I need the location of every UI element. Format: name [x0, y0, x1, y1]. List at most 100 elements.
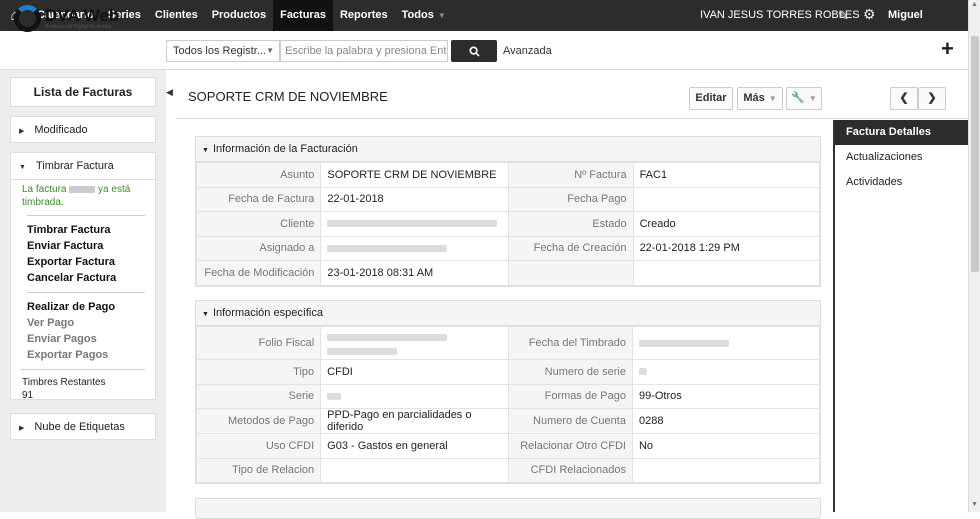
- chevron-down-icon: ▼: [808, 94, 817, 103]
- field-value[interactable]: SOPORTE CRM DE NOVIEMBRE: [320, 162, 510, 188]
- more-button[interactable]: Más ▼: [737, 87, 783, 110]
- add-icon[interactable]: +: [941, 36, 954, 62]
- redacted-text: [69, 185, 96, 193]
- field-label: Formas de Pago: [507, 383, 633, 409]
- next-record-button[interactable]: ❯: [918, 87, 946, 110]
- exportar-pagos-link[interactable]: Exportar Pagos: [11, 347, 155, 363]
- specific-info-header[interactable]: ▼ Información específica: [196, 301, 820, 326]
- sidebar-list-title[interactable]: Lista de Facturas: [10, 77, 156, 107]
- nav-clientes[interactable]: Clientes: [148, 0, 205, 31]
- realizar-pago-link[interactable]: Realizar de Pago: [11, 299, 155, 315]
- cancelar-factura-link[interactable]: Cancelar Factura: [11, 270, 155, 286]
- company-name[interactable]: IVAN JESUS TORRES ROBLES: [700, 0, 860, 31]
- timbres-label: Timbres Restantes: [22, 377, 106, 388]
- table-row: Tipo CFDI Numero de serie: [195, 359, 821, 385]
- nav-reportes[interactable]: Reportes: [333, 0, 395, 31]
- field-value[interactable]: PPD-Pago en parcialidades o diferido: [320, 408, 509, 434]
- field-value[interactable]: [320, 383, 509, 409]
- sidebar-timbrar-header[interactable]: ▼ Timbrar Factura: [11, 153, 155, 180]
- field-value[interactable]: FAC1: [632, 162, 821, 188]
- field-value[interactable]: 22-01-2018: [320, 186, 510, 212]
- scroll-down-icon[interactable]: ▼: [971, 501, 978, 508]
- enviar-pagos-link[interactable]: Enviar Pagos: [11, 331, 155, 347]
- field-label: Tipo de Relacion: [195, 457, 322, 483]
- sidebar-timbrar-panel: ▼ Timbrar Factura La factura ya está timb…: [10, 152, 156, 401]
- sidebar-tags[interactable]: ▶ Nube de Etiquetas: [10, 413, 156, 440]
- detail-tabs: Factura Detalles Actualizaciones Activid…: [833, 120, 968, 512]
- field-value[interactable]: [631, 359, 821, 385]
- tab-actividades[interactable]: Actividades: [835, 170, 968, 195]
- field-value[interactable]: 99-Otros: [631, 383, 821, 409]
- field-value[interactable]: 23-01-2018 08:31 AM: [320, 260, 510, 286]
- field-value[interactable]: [632, 260, 821, 286]
- redacted-text: [327, 392, 342, 400]
- field-value[interactable]: [631, 457, 821, 483]
- field-label: Relacionar Otro CFDI: [507, 433, 633, 459]
- search-scope-value: Todos los Registr...: [173, 45, 266, 57]
- field-label: Numero de serie: [507, 359, 633, 385]
- field-label: Numero de Cuenta: [507, 408, 633, 434]
- logo[interactable]: DVA Web Professional Digital Marketing: [14, 5, 119, 32]
- edit-button[interactable]: Editar: [689, 87, 733, 110]
- next-block-partial: [195, 498, 821, 519]
- field-label: Fecha Pago: [508, 186, 634, 212]
- collapse-sidebar-icon[interactable]: ◀: [166, 87, 173, 98]
- redacted-text: [638, 368, 647, 376]
- field-value[interactable]: 0288: [631, 408, 821, 434]
- divider: [27, 292, 145, 293]
- field-value[interactable]: [631, 326, 821, 360]
- nav-todos[interactable]: Todos ▼: [395, 0, 453, 31]
- field-value[interactable]: No: [631, 433, 821, 459]
- wrench-icon: 🔧: [791, 92, 805, 104]
- triangle-down-icon: ▼: [202, 311, 209, 318]
- field-value[interactable]: CFDI: [320, 359, 509, 385]
- divider: [176, 118, 968, 119]
- prev-record-button[interactable]: ❮: [890, 87, 918, 110]
- field-value[interactable]: [632, 186, 821, 212]
- more-label: Más: [743, 92, 765, 104]
- tools-button[interactable]: 🔧 ▼: [786, 87, 822, 110]
- timbres-value: 91: [22, 390, 34, 401]
- enviar-factura-link[interactable]: Enviar Factura: [11, 238, 155, 254]
- field-value[interactable]: [320, 235, 510, 261]
- field-value[interactable]: [320, 326, 509, 360]
- scroll-up-icon[interactable]: ▲: [971, 1, 978, 8]
- timbrar-factura-link[interactable]: Timbrar Factura: [11, 222, 155, 238]
- next-block-header[interactable]: [196, 499, 820, 519]
- chevron-right-icon: ❯: [927, 92, 937, 104]
- field-value[interactable]: [320, 457, 509, 483]
- nav-facturas[interactable]: Facturas: [273, 0, 333, 31]
- redacted-text: [638, 339, 729, 347]
- exportar-factura-link[interactable]: Exportar Factura: [11, 254, 155, 270]
- ver-pago-link[interactable]: Ver Pago: [11, 315, 155, 331]
- page-scrollbar[interactable]: ▲ ▼: [968, 0, 980, 512]
- sidebar-recent[interactable]: ▶Modificado recientemente: [10, 116, 156, 164]
- tab-factura-detalles[interactable]: Factura Detalles: [835, 120, 968, 145]
- pen-icon[interactable]: ✎: [838, 8, 849, 24]
- field-value[interactable]: Creado: [632, 211, 821, 237]
- chevron-down-icon: ▼: [266, 46, 274, 55]
- logo-ring-icon: [14, 5, 41, 32]
- billing-info-block: ▼ Información de la Facturación Asunto SO…: [195, 136, 821, 287]
- table-row: Serie Formas de Pago 99-Otros: [195, 383, 821, 409]
- search-input[interactable]: [280, 40, 448, 62]
- search-scope-select[interactable]: Todos los Registr... ▼: [166, 40, 280, 62]
- chevron-down-icon: ▼: [437, 11, 446, 20]
- field-label: Fecha de Creación: [508, 235, 634, 261]
- triangle-right-icon: ▶: [19, 425, 25, 432]
- field-label: Uso CFDI: [195, 433, 322, 459]
- tab-actualizaciones[interactable]: Actualizaciones: [835, 145, 968, 170]
- billing-info-header[interactable]: ▼ Información de la Facturación: [196, 137, 820, 162]
- search-button[interactable]: [451, 40, 497, 62]
- divider: [27, 215, 145, 216]
- user-menu[interactable]: Miguel Adolfo▼: [888, 0, 968, 52]
- field-value[interactable]: G03 - Gastos en general: [320, 433, 509, 459]
- triangle-down-icon: ▼: [202, 147, 209, 154]
- field-value[interactable]: [320, 211, 510, 237]
- field-label: Tipo: [195, 359, 322, 385]
- nav-productos[interactable]: Productos: [205, 0, 273, 31]
- scrollbar-thumb[interactable]: [971, 36, 979, 272]
- advanced-search-link[interactable]: Avanzada: [503, 45, 552, 57]
- field-value[interactable]: 22-01-2018 1:29 PM: [632, 235, 821, 261]
- gear-icon[interactable]: ⚙: [863, 6, 876, 23]
